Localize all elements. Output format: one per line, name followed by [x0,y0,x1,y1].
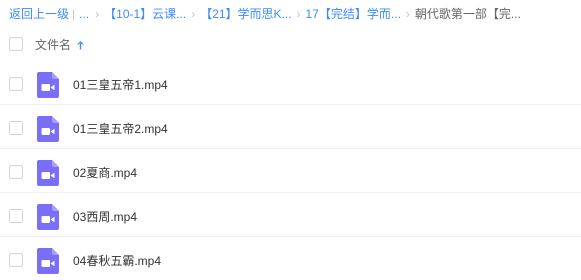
video-file-icon [37,204,59,230]
breadcrumb-item[interactable]: 17【完结】学而... [306,6,401,22]
file-list: 01三皇五帝1.mp4 01三皇五帝2.mp4 02夏商.mp4 03西周.mp… [0,61,581,280]
file-name[interactable]: 03西周.mp4 [73,210,137,224]
column-header-label: 文件名 [35,38,72,52]
row-checkbox[interactable] [9,121,23,135]
breadcrumb-more[interactable]: ... [79,6,90,22]
breadcrumb-separator: | [72,7,76,21]
video-file-icon [37,116,59,142]
file-name[interactable]: 02夏商.mp4 [73,166,137,180]
video-file-icon [37,72,59,98]
file-row[interactable]: 01三皇五帝2.mp4 [0,105,581,149]
breadcrumb-item[interactable]: 【21】学而思K... [200,6,291,22]
file-row[interactable]: 03西周.mp4 [0,193,581,237]
file-row[interactable]: 02夏商.mp4 [0,149,581,193]
file-name[interactable]: 04春秋五霸.mp4 [73,254,161,268]
file-row[interactable]: 01三皇五帝1.mp4 [0,61,581,105]
row-checkbox[interactable] [9,209,23,223]
breadcrumb-item[interactable]: 【10-1】云课... [104,6,186,22]
video-file-icon [37,160,59,186]
arrow-up-icon [77,40,85,49]
column-header-filename[interactable]: 文件名 [35,36,85,53]
list-header: 文件名 [0,31,581,57]
file-browser: 返回上一级 | ... › 【10-1】云课... › 【21】学而思K... … [0,0,581,280]
breadcrumb-chevron-icon: › [296,7,301,21]
breadcrumb-chevron-icon: › [191,7,196,21]
file-name[interactable]: 01三皇五帝1.mp4 [73,78,168,92]
row-checkbox[interactable] [9,165,23,179]
breadcrumb-chevron-icon: › [405,7,410,21]
video-file-icon [37,248,59,274]
file-row[interactable]: 04春秋五霸.mp4 [0,237,581,280]
select-all-checkbox[interactable] [9,37,23,51]
breadcrumb-chevron-icon: › [95,7,100,21]
breadcrumb: 返回上一级 | ... › 【10-1】云课... › 【21】学而思K... … [9,6,521,22]
back-link[interactable]: 返回上一级 [9,6,69,22]
breadcrumb-current: 朝代歌第一部【完... [414,7,521,21]
row-checkbox[interactable] [9,77,23,91]
file-name[interactable]: 01三皇五帝2.mp4 [73,122,168,136]
row-checkbox[interactable] [9,253,23,267]
